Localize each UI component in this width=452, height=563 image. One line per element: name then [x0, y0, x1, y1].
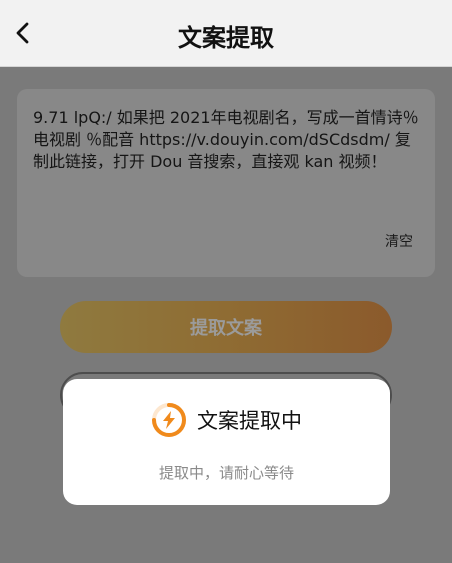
loading-subtitle: 提取中，请耐心等待 [158, 464, 294, 482]
loading-title: 文案提取中 [197, 409, 302, 433]
page-title: 文案提取 [178, 24, 274, 52]
loading-dialog: 文案提取中 提取中，请耐心等待 [63, 379, 390, 505]
link-text-card[interactable]: 9.71 lpQ:/ 如果把 2021年电视剧名，写成一首情诗％电视剧 ％配音 … [17, 89, 435, 277]
link-text-input[interactable]: 9.71 lpQ:/ 如果把 2021年电视剧名，写成一首情诗％电视剧 ％配音 … [33, 107, 421, 173]
clear-button[interactable]: 清空 [385, 231, 413, 251]
lightning-spinner-icon [152, 403, 186, 437]
navigation-bar: 文案提取 [0, 0, 452, 67]
extract-text-button[interactable]: 提取文案 [60, 301, 392, 353]
loading-dialog-header: 文案提取中 [63, 402, 390, 438]
